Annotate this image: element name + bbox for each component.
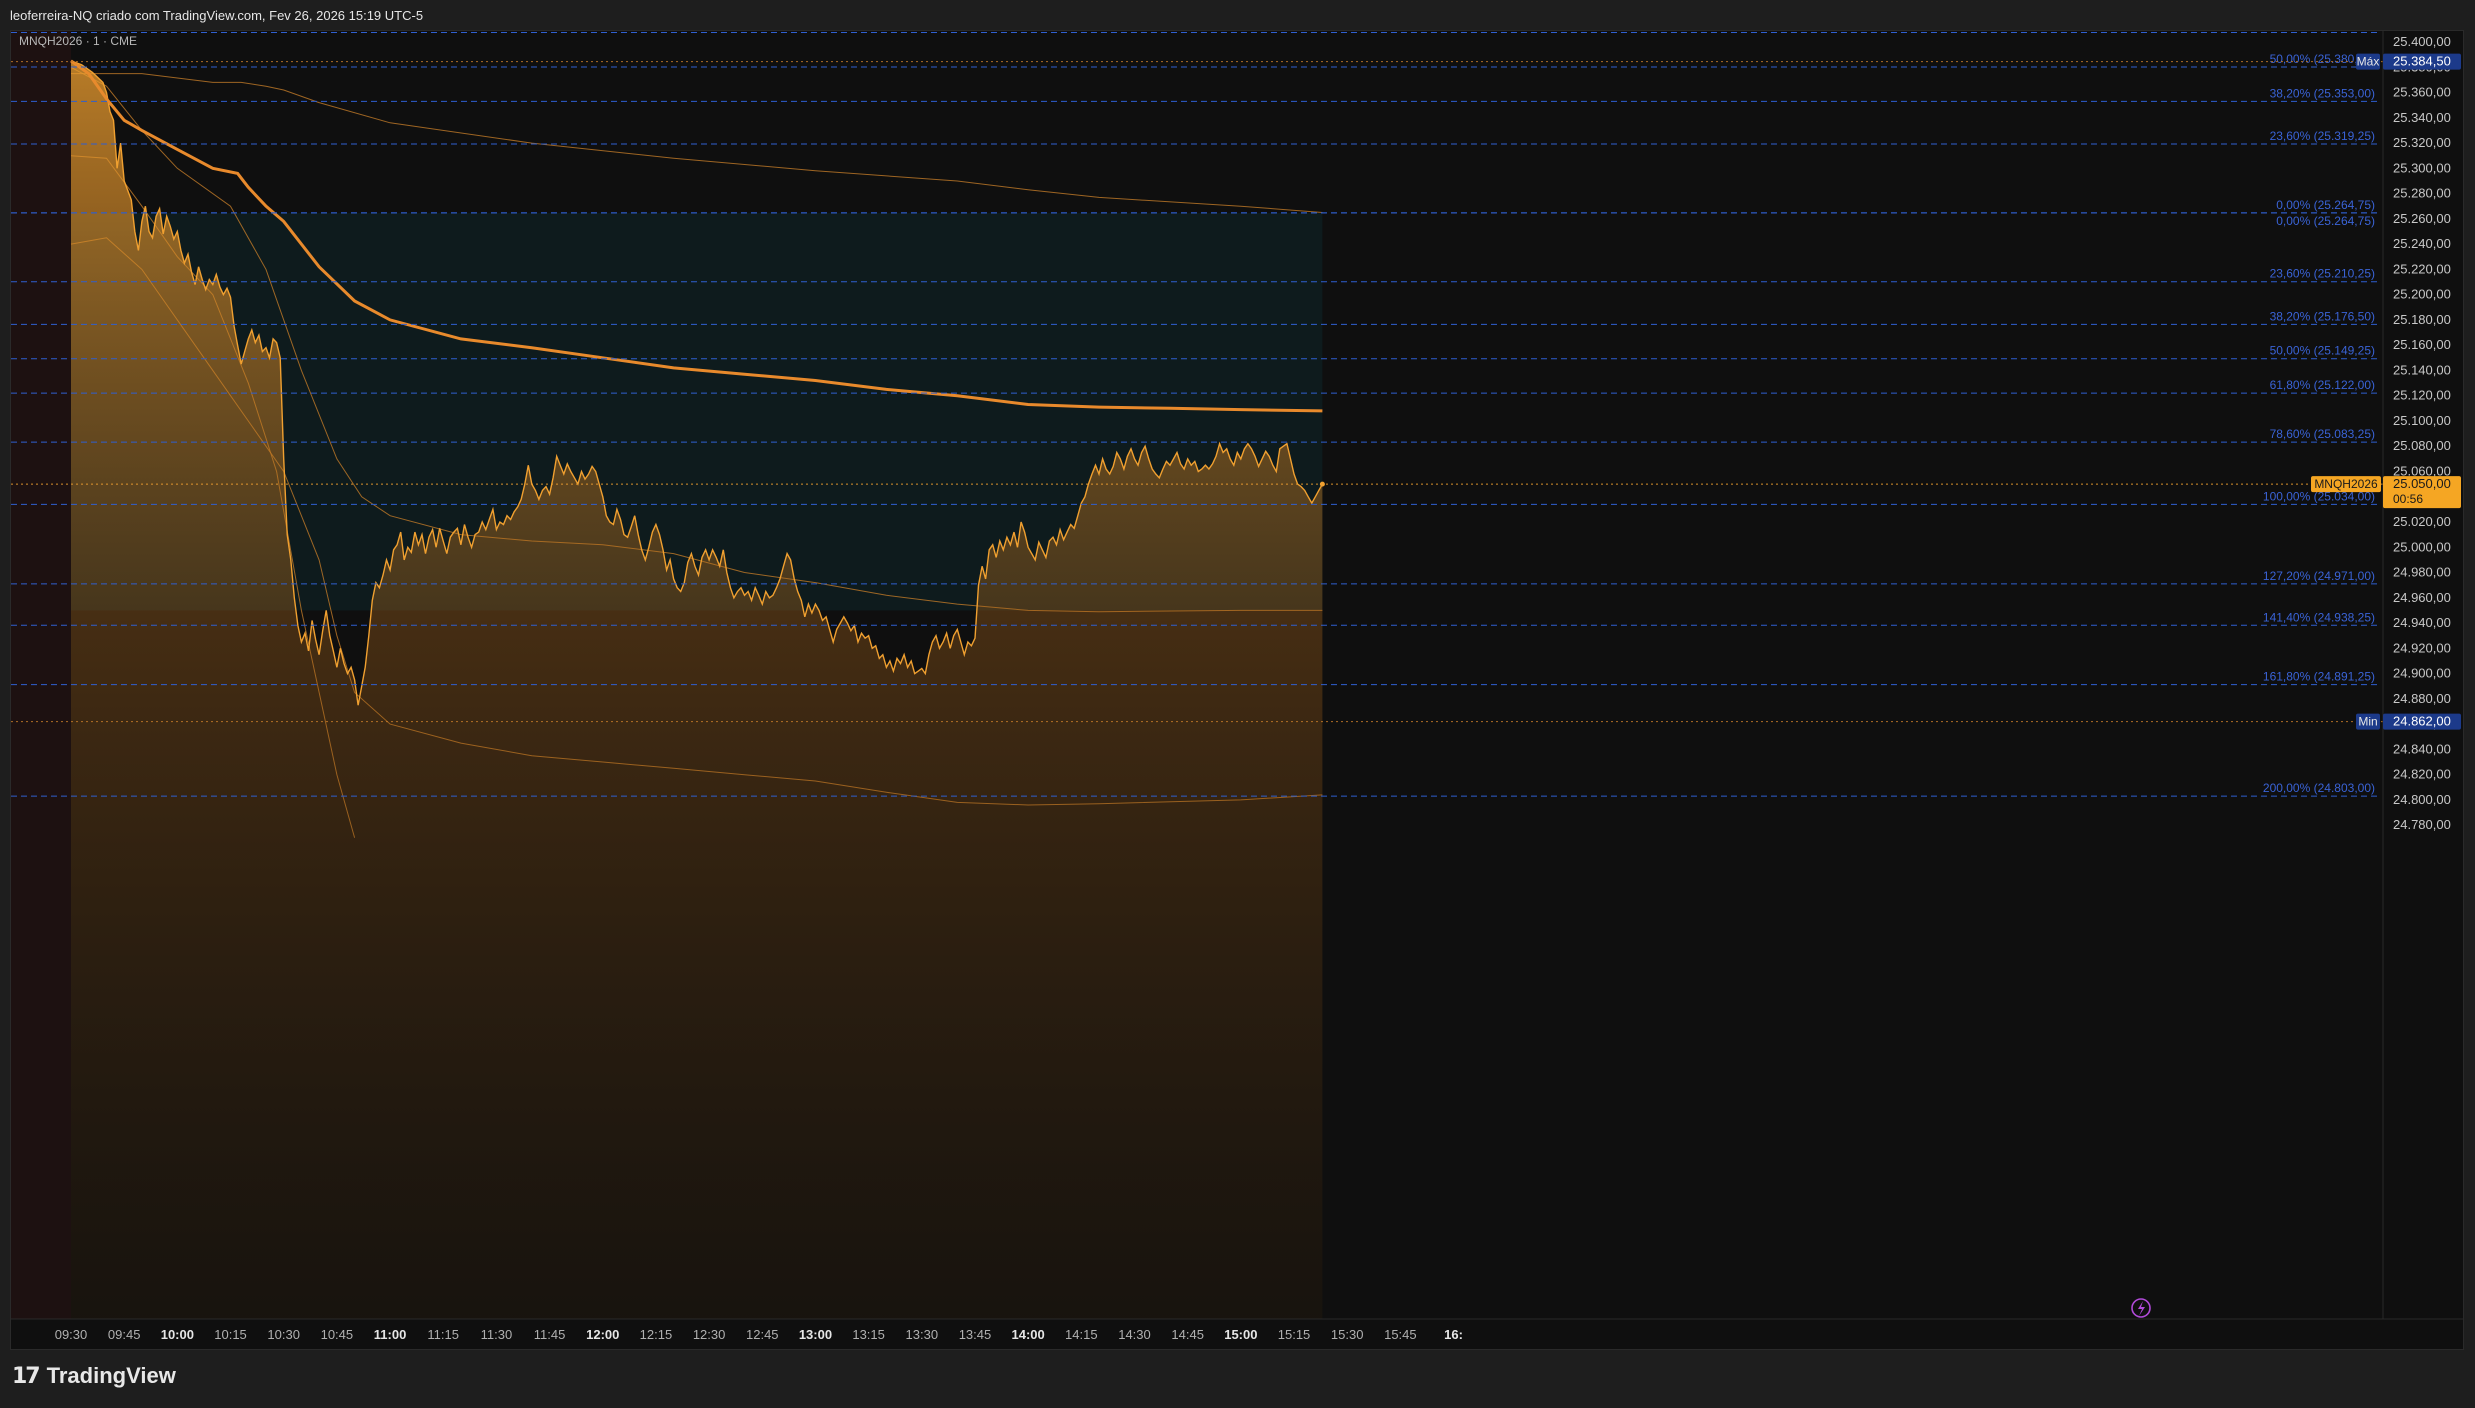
fib-level-label: 23,60% (25.319,25) xyxy=(2270,129,2375,143)
price-tick-label: 25.360,00 xyxy=(2393,85,2451,100)
price-tick-label: 25.120,00 xyxy=(2393,388,2451,403)
time-tick-label: 10:00 xyxy=(161,1327,194,1342)
time-tick-label: 11:15 xyxy=(427,1327,459,1342)
time-tick-label: 15:00 xyxy=(1224,1327,1257,1342)
fib-level-label: 78,60% (25.083,25) xyxy=(2270,427,2375,441)
price-tick-label: 24.800,00 xyxy=(2393,792,2451,807)
price-tick-label: 25.240,00 xyxy=(2393,236,2451,251)
price-tick-label: 25.400,00 xyxy=(2393,34,2451,49)
price-tick-label: 24.820,00 xyxy=(2393,767,2451,782)
fib-level-label: 200,00% (24.803,00) xyxy=(2263,781,2375,795)
fib-level-label: 61,80% (25.407,50) xyxy=(2270,31,2375,32)
time-tick-label: 12:30 xyxy=(693,1327,726,1342)
last-price-value: 25.050,00 xyxy=(2393,476,2451,491)
price-tick-label: 25.180,00 xyxy=(2393,312,2451,327)
time-tick-label: 10:45 xyxy=(321,1327,354,1342)
price-tick-label: 25.300,00 xyxy=(2393,160,2451,175)
tradingview-logo[interactable]: 17 TradingView xyxy=(12,1363,176,1389)
time-tick-label: 12:45 xyxy=(746,1327,779,1342)
fib-level-label: 50,00% (25.149,25) xyxy=(2270,344,2375,358)
fib-level-label: 23,60% (25.210,25) xyxy=(2270,267,2375,281)
premarket-shade xyxy=(11,31,71,1319)
price-tick-label: 24.900,00 xyxy=(2393,666,2451,681)
time-tick-label: 14:45 xyxy=(1171,1327,1204,1342)
last-price-symbol: MNQH2026 xyxy=(2314,477,2378,491)
price-tick-label: 25.280,00 xyxy=(2393,186,2451,201)
price-tick-label: 25.080,00 xyxy=(2393,438,2451,453)
price-tick-label: 24.960,00 xyxy=(2393,590,2451,605)
price-tick-label: 25.220,00 xyxy=(2393,261,2451,276)
time-tick-label: 14:30 xyxy=(1118,1327,1151,1342)
time-tick-label: 11:45 xyxy=(534,1327,566,1342)
price-tick-label: 25.020,00 xyxy=(2393,514,2451,529)
fib-level-label: 61,80% (25.122,00) xyxy=(2270,378,2375,392)
time-tick-label: 13:15 xyxy=(852,1327,885,1342)
time-tick-label: 12:15 xyxy=(640,1327,673,1342)
bottom-bar xyxy=(0,1350,2475,1408)
fib-level-label: 0,00% (25.264,75) xyxy=(2276,198,2375,212)
max-price-value-label: 25.384,50 xyxy=(2393,54,2451,69)
fib-level-label: 127,20% (24.971,00) xyxy=(2263,569,2375,583)
price-tick-label: 25.140,00 xyxy=(2393,362,2451,377)
bar-countdown: 00:56 xyxy=(2393,492,2423,506)
price-chart[interactable]: 61,80% (25.407,50)50,00% (25.380,25)38,2… xyxy=(11,18,2463,1349)
fib-level-label: 38,20% (25.176,50) xyxy=(2270,309,2375,323)
price-tick-label: 24.880,00 xyxy=(2393,691,2451,706)
price-tick-label: 24.780,00 xyxy=(2393,817,2451,832)
min-price-tag-label: Min xyxy=(2358,715,2377,729)
time-tick-label: 09:30 xyxy=(55,1327,88,1342)
min-price-value-label: 24.862,00 xyxy=(2393,714,2451,729)
price-tick-label: 25.000,00 xyxy=(2393,539,2451,554)
price-tick-label: 25.340,00 xyxy=(2393,110,2451,125)
time-tick-label: 09:45 xyxy=(108,1327,141,1342)
time-tick-label: 15:30 xyxy=(1331,1327,1364,1342)
time-tick-label: 14:00 xyxy=(1012,1327,1045,1342)
time-tick-label: 13:00 xyxy=(799,1327,832,1342)
fib-level-label: 161,80% (24.891,25) xyxy=(2263,670,2375,684)
fib-level-label: 141,40% (24.938,25) xyxy=(2263,610,2375,624)
chart-frame[interactable]: 61,80% (25.407,50)50,00% (25.380,25)38,2… xyxy=(10,18,2464,1350)
time-tick-label: 11:00 xyxy=(374,1327,407,1342)
price-tick-label: 25.200,00 xyxy=(2393,287,2451,302)
price-tick-label: 24.980,00 xyxy=(2393,565,2451,580)
price-tick-label: 25.260,00 xyxy=(2393,211,2451,226)
time-tick-label: 13:30 xyxy=(906,1327,939,1342)
time-tick-label: 14:15 xyxy=(1065,1327,1098,1342)
time-tick-label: 12:00 xyxy=(586,1327,619,1342)
time-tick-label: 13:45 xyxy=(959,1327,992,1342)
fib-level-label: 0,00% (25.264,75) xyxy=(2276,214,2375,228)
price-tick-label: 25.320,00 xyxy=(2393,135,2451,150)
price-tick-label: 25.100,00 xyxy=(2393,413,2451,428)
last-price-dot xyxy=(1319,481,1325,487)
time-tick-label: 15:45 xyxy=(1384,1327,1417,1342)
price-tick-label: 25.160,00 xyxy=(2393,337,2451,352)
time-tick-label: 11:30 xyxy=(481,1327,513,1342)
price-tick-label: 24.920,00 xyxy=(2393,640,2451,655)
time-tick-label: 10:30 xyxy=(267,1327,300,1342)
price-tick-label: 24.940,00 xyxy=(2393,615,2451,630)
top-bar: leoferreira-NQ criado com TradingView.co… xyxy=(0,0,2475,30)
tradingview-logo-icon: 17 xyxy=(12,1363,41,1389)
price-tick-label: 24.840,00 xyxy=(2393,741,2451,756)
snapshot-caption: leoferreira-NQ criado com TradingView.co… xyxy=(10,8,424,23)
tradingview-logo-text: TradingView xyxy=(46,1363,176,1388)
time-tick-label: 15:15 xyxy=(1278,1327,1311,1342)
max-price-tag-label: Máx xyxy=(2357,55,2380,69)
time-tick-label: 10:15 xyxy=(214,1327,247,1342)
time-tick-label: 16: xyxy=(1444,1327,1463,1342)
symbol-legend: MNQH2026 · 1 · CME xyxy=(19,34,137,48)
fib-level-label: 38,20% (25.353,00) xyxy=(2270,86,2375,100)
time-axis[interactable]: 09:30 09:45 10:00 10:15 10:30 10:45 11:00 11:15… xyxy=(55,1327,1463,1342)
